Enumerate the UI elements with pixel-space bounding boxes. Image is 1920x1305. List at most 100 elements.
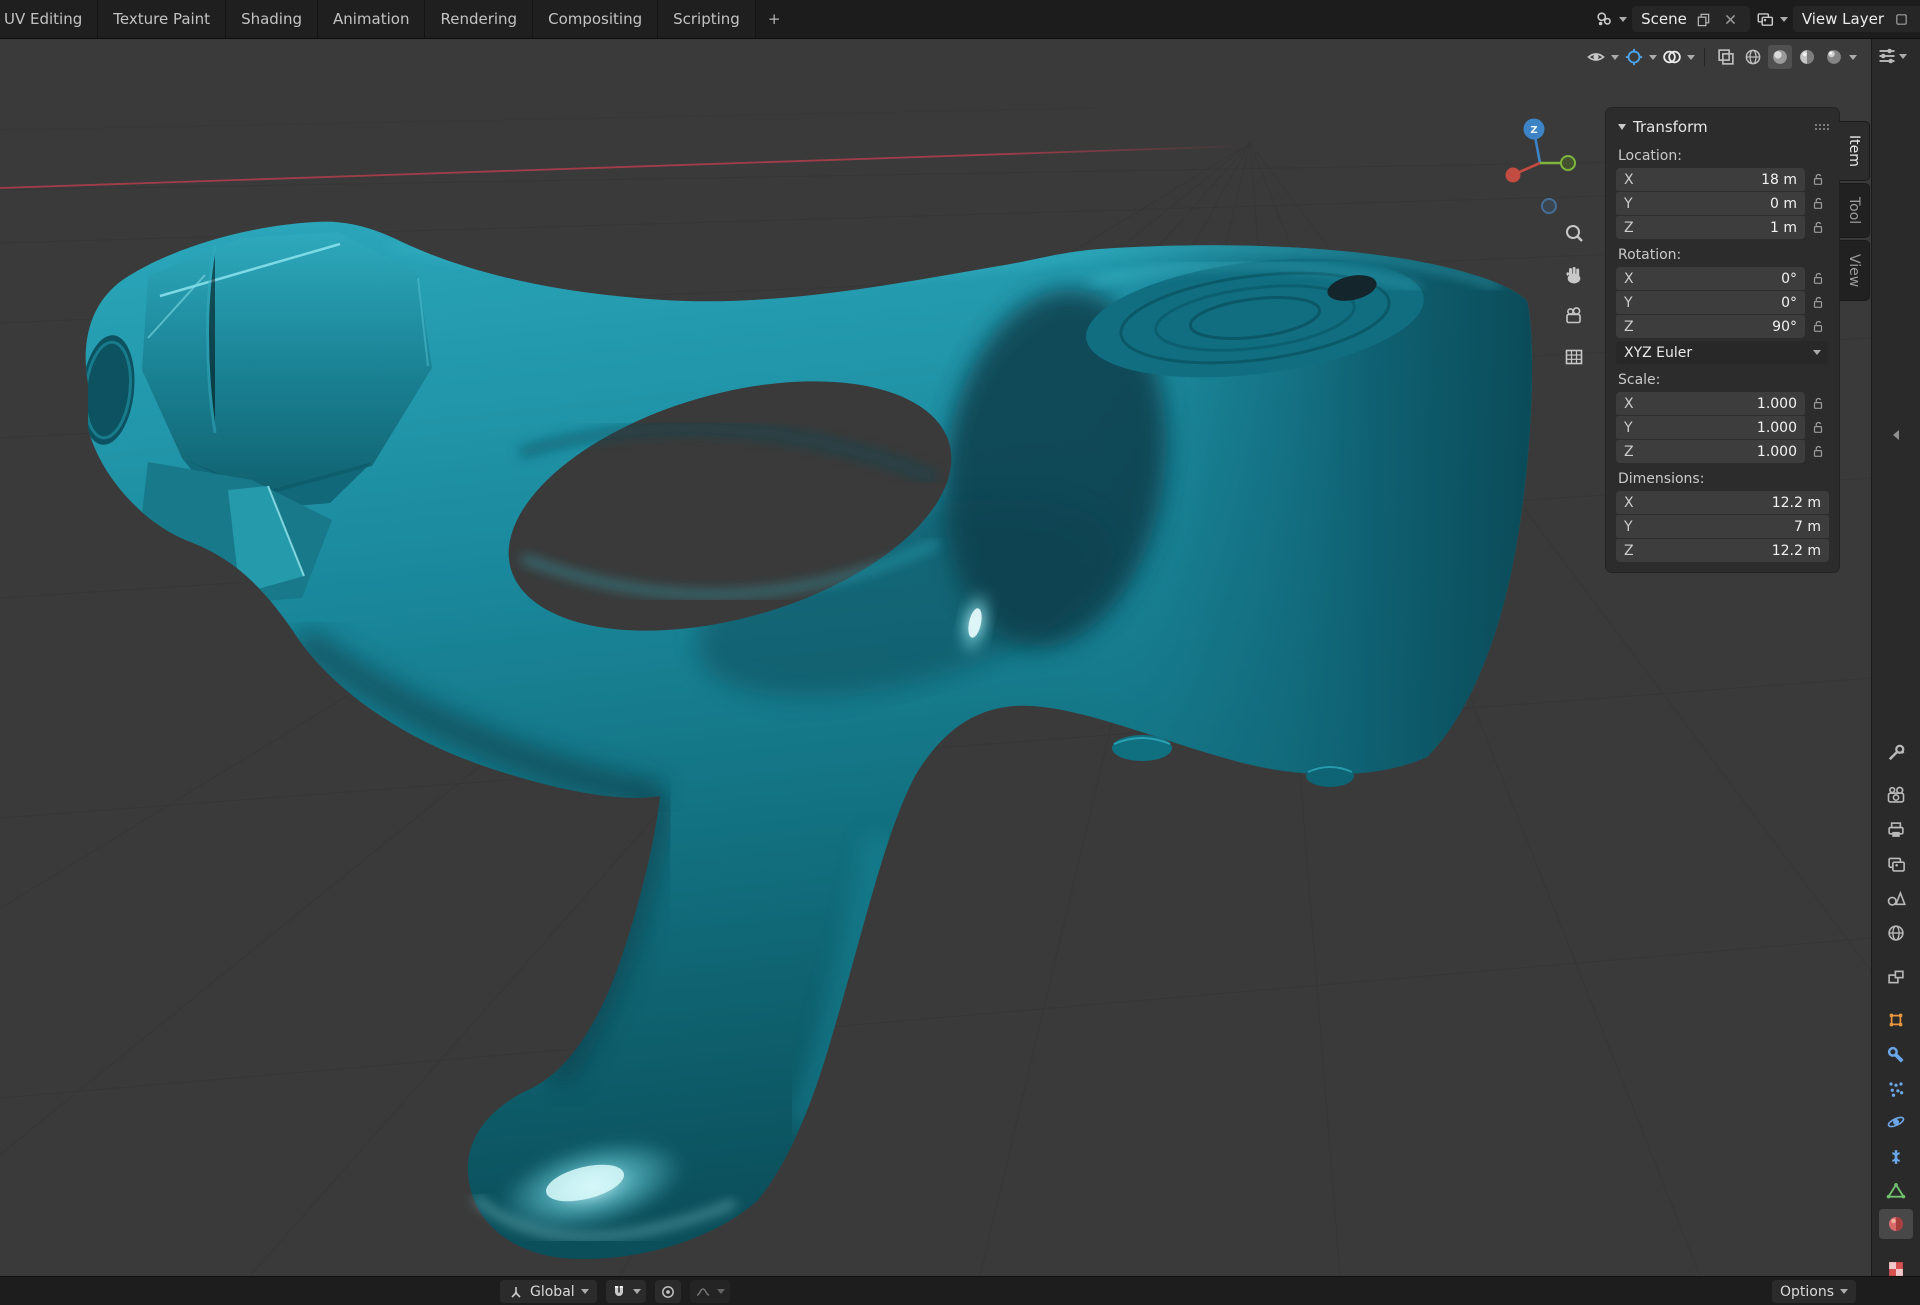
dimensions-z-field[interactable]: Z 12.2 m [1616,539,1829,562]
transform-orientation-dropdown[interactable]: Global [500,1280,597,1303]
properties-tab-render[interactable] [1879,780,1913,810]
properties-editor [1871,38,1920,1276]
new-scene-icon[interactable] [1694,9,1714,29]
gizmos-caret-icon[interactable] [1649,55,1657,60]
properties-tab-modifiers[interactable] [1879,1040,1913,1070]
lock-scale-z-button[interactable] [1807,440,1829,463]
unlink-scene-icon[interactable] [1721,9,1741,29]
scale-y-field[interactable]: Y 1.000 [1616,416,1805,439]
panel-title: Transform [1633,118,1708,136]
overlays-toggle-icon[interactable] [1660,45,1684,69]
viewport-canvas[interactable] [0,38,1871,1276]
shading-material-button[interactable] [1795,45,1819,69]
proportional-falloff-dropdown[interactable] [690,1280,730,1303]
lock-rotation-y-button[interactable] [1807,291,1829,314]
scene-browse-caret-icon[interactable] [1619,17,1627,22]
zoom-icon[interactable] [1560,220,1588,248]
dimensions-group: X 12.2 m Y 7 m Z 12.2 m [1616,491,1829,562]
properties-tab-object[interactable] [1879,1005,1913,1035]
location-y-field[interactable]: Y 0 m [1616,192,1805,215]
shading-rendered-button[interactable] [1822,45,1846,69]
lock-scale-x-button[interactable] [1807,392,1829,415]
panel-grip-icon[interactable] [1815,118,1829,136]
ortho-grid-icon[interactable] [1560,343,1588,371]
gizmo-y-axis[interactable] [1561,156,1575,170]
add-workspace-button[interactable]: + [756,0,793,38]
rotation-mode-dropdown[interactable]: XYZ Euler [1616,341,1829,364]
proportional-edit-toggle[interactable] [655,1280,681,1303]
editor-type-caret-icon[interactable] [1899,54,1907,59]
shading-wireframe-button[interactable] [1741,45,1765,69]
tab-shading[interactable]: Shading [226,0,318,38]
viewport-3d[interactable]: Z Transform [0,38,1871,1276]
xray-toggle-icon[interactable] [1714,45,1738,69]
location-x-field[interactable]: X 18 m [1616,168,1805,191]
properties-tab-view-layer[interactable] [1879,849,1913,879]
overlays-caret-icon[interactable] [1687,55,1695,60]
properties-tab-material[interactable] [1879,1209,1913,1239]
scale-z-field[interactable]: Z 1.000 [1616,440,1805,463]
sidebar-tab-view[interactable]: View [1839,240,1870,301]
shading-caret-icon[interactable] [1849,55,1857,60]
sidebar-tab-item[interactable]: Item [1839,121,1870,181]
orientation-axes-icon [508,1284,524,1300]
remove-view-layer-icon[interactable] [1891,9,1911,29]
lock-location-y-button[interactable] [1807,192,1829,215]
properties-tab-tool[interactable] [1879,738,1913,768]
gizmos-toggle-icon[interactable] [1622,45,1646,69]
transform-panel-header[interactable]: Transform [1616,113,1829,140]
tab-scripting[interactable]: Scripting [658,0,756,38]
falloff-caret-icon[interactable] [717,1289,725,1294]
collapse-panel-icon[interactable] [1618,124,1626,130]
sidebar-tab-tool[interactable]: Tool [1839,183,1870,238]
mesh-object[interactable] [76,222,1545,1259]
view-layer-selector[interactable]: View Layer [1793,6,1920,32]
properties-tab-scene[interactable] [1879,883,1913,913]
camera-icon[interactable] [1560,302,1588,330]
shading-solid-button[interactable] [1768,45,1792,69]
lock-location-z-button[interactable] [1807,216,1829,239]
view-layer-name: View Layer [1802,10,1884,28]
visibility-eye-icon[interactable] [1584,45,1608,69]
scene-selector[interactable]: Scene [1632,6,1750,32]
navigation-gizmo[interactable]: Z [1496,116,1588,220]
rotation-y-field[interactable]: Y 0° [1616,291,1805,314]
pan-hand-icon[interactable] [1560,261,1588,289]
properties-tab-constraints[interactable] [1879,1142,1913,1172]
lock-rotation-z-button[interactable] [1807,315,1829,338]
tab-compositing[interactable]: Compositing [533,0,658,38]
properties-tab-particles[interactable] [1879,1074,1913,1104]
lock-rotation-x-button[interactable] [1807,267,1829,290]
properties-editor-icon [1877,46,1897,66]
options-dropdown[interactable]: Options [1772,1280,1856,1303]
tab-rendering[interactable]: Rendering [425,0,533,38]
options-label: Options [1780,1284,1834,1300]
scale-group: X 1.000 Y 1.000 [1616,392,1829,463]
rotation-z-field[interactable]: Z 90° [1616,315,1805,338]
view-layer-browse-caret-icon[interactable] [1780,17,1788,22]
gizmo-minus-z-axis[interactable] [1542,199,1556,213]
properties-tab-output[interactable] [1879,815,1913,845]
rotation-x-field[interactable]: X 0° [1616,267,1805,290]
properties-tab-collection[interactable] [1879,962,1913,992]
tab-texture-paint[interactable]: Texture Paint [98,0,226,38]
lock-scale-y-button[interactable] [1807,416,1829,439]
dimensions-x-field[interactable]: X 12.2 m [1616,491,1829,514]
region-collapse-icon[interactable] [1893,430,1899,440]
visibility-caret-icon[interactable] [1611,55,1619,60]
properties-tab-data[interactable] [1879,1176,1913,1206]
dimensions-y-field[interactable]: Y 7 m [1616,515,1829,538]
location-z-field[interactable]: Z 1 m [1616,216,1805,239]
properties-tab-physics[interactable] [1879,1107,1913,1137]
properties-tab-world[interactable] [1879,918,1913,948]
tab-animation[interactable]: Animation [318,0,425,38]
snap-toggle[interactable] [606,1280,646,1303]
x-axis-line [0,146,1245,188]
gizmo-x-axis[interactable] [1506,168,1521,183]
properties-editor-header[interactable] [1877,46,1907,66]
snap-caret-icon[interactable] [633,1289,641,1294]
tab-uv-editing[interactable]: UV Editing [0,0,98,38]
scale-x-field[interactable]: X 1.000 [1616,392,1805,415]
lock-location-x-button[interactable] [1807,168,1829,191]
viewport-footer-bar: Global Options [0,1276,1920,1305]
